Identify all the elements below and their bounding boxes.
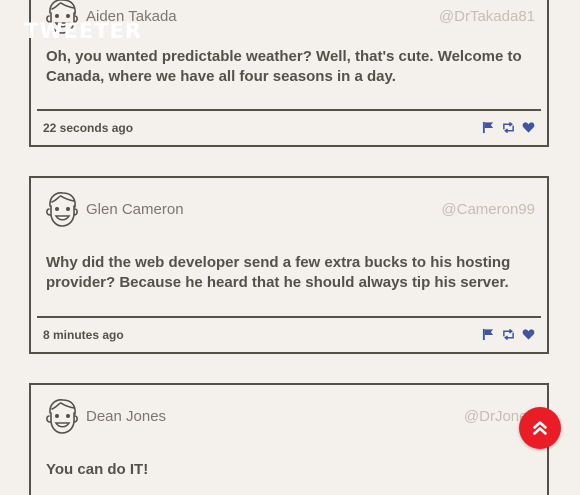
tweet-text: Why did the web developer send a few ext… (46, 254, 511, 291)
avatar-icon[interactable] (45, 190, 79, 228)
tweet-card: Dean Jones @DrJones You can do IT! (29, 383, 549, 495)
timestamp: 8 minutes ago (43, 328, 124, 342)
tweet-text: Oh, you wanted predictable weather? Well… (46, 48, 522, 85)
tweet-text: You can do IT! (46, 461, 149, 478)
timestamp: 22 seconds ago (43, 121, 134, 135)
avatar-icon[interactable] (45, 397, 79, 435)
heart-icon[interactable] (522, 121, 535, 134)
double-chevron-up-icon (533, 421, 547, 435)
tweet-footer: 22 seconds ago (31, 111, 547, 145)
flag-icon[interactable] (482, 121, 495, 134)
retweet-icon[interactable] (502, 328, 515, 341)
tweet-header: Glen Cameron @Cameron99 (31, 178, 547, 228)
flag-icon[interactable] (482, 328, 495, 341)
heart-icon[interactable] (522, 328, 535, 341)
tweet-actions (482, 328, 535, 341)
tweet-footer: 8 minutes ago (31, 318, 547, 352)
scroll-to-top-button[interactable] (519, 407, 561, 449)
viewport: TWEETER Aiden Takada @DrTakada81 Oh, you… (0, 0, 580, 495)
author-name[interactable]: Dean Jones (86, 408, 166, 425)
author-handle[interactable]: @Cameron99 (441, 201, 535, 218)
tweet-card: Glen Cameron @Cameron99 Why did the web … (29, 176, 549, 354)
tweet-actions (482, 121, 535, 134)
retweet-icon[interactable] (502, 121, 515, 134)
author-name[interactable]: Glen Cameron (86, 201, 184, 218)
author-handle[interactable]: @DrTakada81 (439, 8, 535, 25)
brand-logo[interactable]: TWEETER (24, 19, 142, 43)
tweet-header: Dean Jones @DrJones (31, 385, 547, 435)
